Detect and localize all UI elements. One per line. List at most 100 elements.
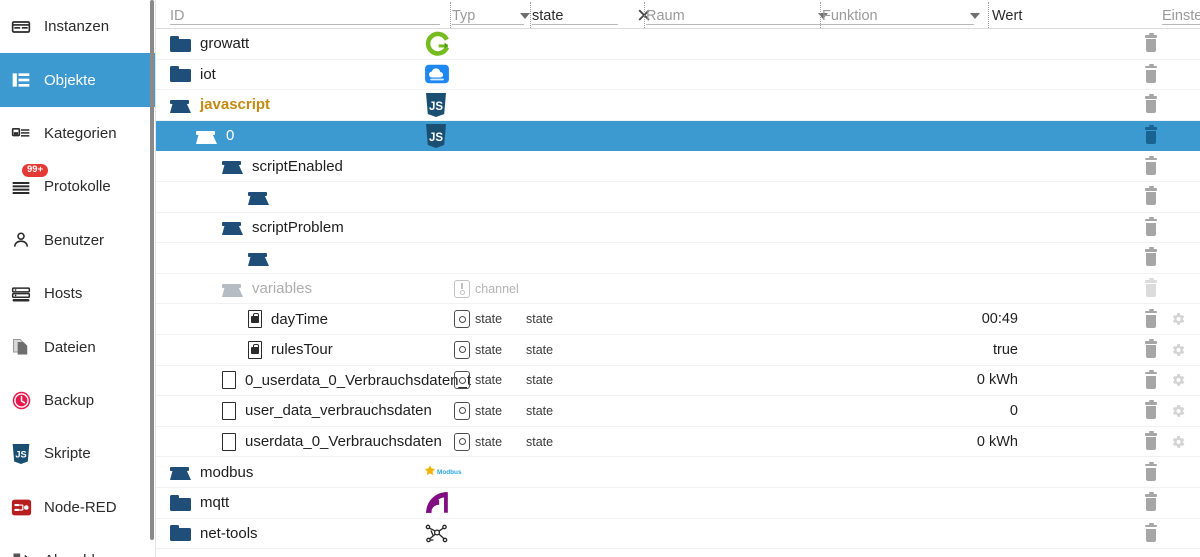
type-badge-state: state (454, 401, 502, 420)
sidebar-item-dateien[interactable]: Dateien (0, 320, 155, 373)
delete-icon[interactable] (1144, 308, 1158, 328)
table-row[interactable]: growatt (156, 29, 1200, 60)
delete-icon[interactable] (1144, 217, 1158, 236)
column-divider[interactable] (450, 2, 451, 28)
folder-closed-icon (170, 66, 191, 83)
folder-open-icon[interactable] (170, 97, 191, 113)
sidebar-item-skripte[interactable]: JS Skripte (0, 427, 155, 480)
column-filter-raum[interactable]: Raum (646, 0, 828, 29)
delete-icon[interactable] (1144, 492, 1158, 512)
table-row[interactable]: scriptEnabled (156, 151, 1200, 182)
column-filter-funktion[interactable]: Funktion (822, 0, 980, 29)
column-filter-id[interactable]: ID (170, 0, 446, 29)
table-row[interactable]: variables channel (156, 274, 1200, 305)
tree-node[interactable]: modbus (170, 457, 253, 487)
table-row[interactable]: 0 JS (156, 120, 1200, 152)
delete-icon[interactable] (1144, 339, 1158, 359)
document-icon (222, 432, 236, 451)
folder-open-icon[interactable] (222, 158, 243, 175)
sidebar-item-instanzen[interactable]: Instanzen (0, 0, 155, 53)
folder-open-icon[interactable] (248, 250, 269, 266)
column-divider[interactable] (644, 2, 645, 28)
settings-icon[interactable] (1170, 372, 1186, 388)
settings-icon[interactable] (1170, 403, 1186, 419)
table-row[interactable]: rulesTour state state true (156, 335, 1200, 366)
column-filter-settings[interactable]: Einstellun. (1162, 0, 1200, 29)
tree-node[interactable]: variables (222, 274, 312, 304)
delete-icon[interactable] (1144, 125, 1158, 145)
delete-icon[interactable] (1144, 523, 1158, 542)
type-badge-box (454, 340, 470, 359)
folder-open-icon[interactable] (170, 464, 191, 481)
delete-icon[interactable] (1144, 461, 1158, 481)
table-row[interactable]: dayTime state state 00:49 (156, 304, 1200, 335)
sidebar-item-node-red[interactable]: Node-RED (0, 481, 155, 534)
delete-icon[interactable] (1144, 247, 1158, 267)
sidebar-item-benutzer[interactable]: Benutzer (0, 214, 155, 267)
filter-underline (646, 24, 822, 25)
column-divider[interactable] (820, 2, 821, 28)
column-divider[interactable] (988, 2, 989, 28)
tree-node[interactable]: dayTime (248, 304, 328, 334)
tree-node[interactable] (248, 243, 278, 273)
sidebar-item-hosts[interactable]: Hosts (0, 267, 155, 320)
delete-icon[interactable] (1144, 431, 1158, 451)
table-row[interactable]: user_data_verbrauchsdaten state state 0 (156, 396, 1200, 427)
tree-node[interactable]: 0 (196, 121, 234, 151)
delete-icon[interactable] (1144, 156, 1158, 175)
table-row[interactable]: net-tools (156, 519, 1200, 550)
settings-icon[interactable] (1170, 342, 1186, 358)
folder-open-icon[interactable] (222, 219, 243, 236)
sidebar-item-abmelden[interactable]: Abmelden (0, 534, 155, 557)
type-badge-state: state (454, 310, 502, 329)
tree-node-label: user_data_verbrauchsdaten (245, 402, 432, 420)
tree-node[interactable]: net-tools (170, 519, 258, 549)
tree-node[interactable]: mqtt (170, 488, 229, 518)
tree-node[interactable]: scriptEnabled (222, 151, 343, 181)
column-divider[interactable] (530, 2, 531, 28)
javascript-logo: JS (424, 90, 448, 120)
document-icon (222, 371, 236, 390)
tree-node[interactable]: rulesTour (248, 335, 333, 365)
delete-icon[interactable] (1144, 64, 1158, 83)
sidebar-item-backup[interactable]: Backup (0, 374, 155, 427)
column-filter-typ[interactable]: Typ (452, 0, 530, 29)
column-filter-role[interactable]: state ✕ (532, 0, 652, 29)
table-row[interactable]: iot (156, 60, 1200, 91)
chevron-down-icon[interactable] (520, 13, 530, 19)
folder-open-icon[interactable] (196, 128, 217, 144)
tree-node[interactable] (248, 182, 278, 212)
table-row[interactable]: javascript JS (156, 90, 1200, 121)
table-row[interactable]: modbus Modbus (156, 457, 1200, 488)
chevron-down-icon[interactable] (970, 13, 980, 19)
table-row[interactable]: 0_userdata_0_Verbrauchsdaten_t state state… (156, 366, 1200, 397)
folder-open-icon[interactable] (248, 189, 269, 205)
tree-node[interactable]: iot (170, 60, 216, 90)
delete-icon[interactable] (1144, 33, 1158, 53)
sidebar-item-protokolle[interactable]: 99+ Protokolle (0, 160, 155, 213)
table-row[interactable]: mqtt (156, 488, 1200, 519)
delete-icon[interactable] (1144, 400, 1158, 420)
tree-node[interactable]: user_data_verbrauchsdaten (222, 396, 432, 426)
tree-node[interactable]: 0_userdata_0_Verbrauchsdaten_t (222, 366, 471, 396)
table-row[interactable] (156, 182, 1200, 213)
settings-icon[interactable] (1170, 311, 1186, 327)
delete-icon[interactable] (1144, 94, 1158, 114)
tree-node[interactable]: growatt (170, 29, 249, 59)
column-raum-text: Raum (646, 8, 685, 24)
tree-node[interactable]: userdata_0_Verbrauchsdaten (222, 427, 442, 457)
column-id-text: ID (170, 8, 185, 24)
settings-icon[interactable] (1170, 434, 1186, 450)
table-row[interactable]: userdata_0_Verbrauchsdaten state state 0 kW… (156, 427, 1200, 458)
tree-node[interactable]: javascript (170, 90, 270, 120)
folder-open-icon[interactable] (222, 281, 243, 297)
sidebar-scrollbar[interactable] (150, 0, 154, 557)
table-row[interactable]: scriptProblem (156, 213, 1200, 244)
sidebar-item-kategorien[interactable]: Kategorien (0, 107, 155, 160)
sidebar-item-objekte[interactable]: Objekte (0, 53, 155, 107)
delete-icon[interactable] (1144, 186, 1158, 206)
table-row[interactable] (156, 243, 1200, 274)
tree-node[interactable]: scriptProblem (222, 213, 344, 243)
delete-icon[interactable] (1144, 370, 1158, 389)
delete-icon[interactable] (1144, 278, 1158, 298)
